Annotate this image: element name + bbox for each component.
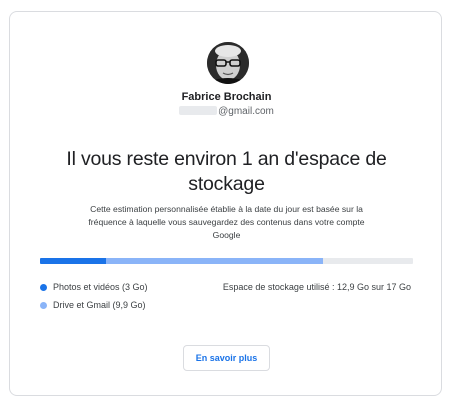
legend-label: Drive et Gmail (9,9 Go) <box>53 300 146 310</box>
legend-item-drive-gmail: Drive et Gmail (9,9 Go) <box>40 300 146 310</box>
legend-item-photos: Photos et vidéos (3 Go) <box>40 282 148 292</box>
legend-dot-icon <box>40 301 47 309</box>
email-suffix: @gmail.com <box>218 106 274 117</box>
avatar <box>207 42 249 84</box>
storage-usage-text: Espace de stockage utilisé : 12,9 Go sur… <box>222 282 411 292</box>
storage-bar <box>40 258 413 264</box>
storage-bar-segment-photos <box>40 258 106 264</box>
storage-card: Fabrice Brochain @gmail.com Il vous rest… <box>9 11 442 396</box>
legend-label: Photos et vidéos (3 Go) <box>53 282 148 292</box>
page-title: Il vous reste environ 1 an d'espace de s… <box>66 148 387 195</box>
estimate-description: Cette estimation personnalisée établie à… <box>88 204 365 240</box>
legend-dot-icon <box>40 283 47 291</box>
profile-email: @gmail.com <box>10 106 443 117</box>
storage-bar-segment-drive-gmail <box>106 258 323 264</box>
email-redacted <box>179 106 218 115</box>
learn-more-button[interactable]: En savoir plus <box>183 345 270 371</box>
profile-name: Fabrice Brochain <box>181 91 272 103</box>
